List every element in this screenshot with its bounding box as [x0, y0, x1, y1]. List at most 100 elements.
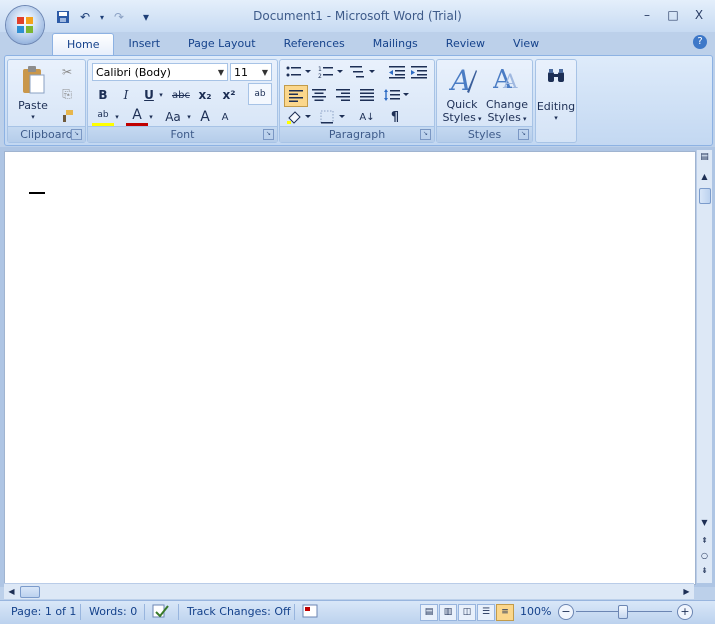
align-right-button[interactable] [332, 85, 354, 105]
office-button[interactable] [6, 6, 44, 44]
clear-formatting-icon[interactable]: ab [248, 83, 272, 105]
page-count[interactable]: Page: 1 of 1 [11, 605, 76, 618]
draft-view-icon[interactable]: ≡ [496, 604, 514, 621]
font-group: Calibri (Body) ▼ 11 ▼ ab B I U ▾ abc x₂ … [87, 59, 278, 143]
tab-home[interactable]: Home [52, 33, 115, 56]
underline-dropdown-icon[interactable]: ▾ [156, 85, 166, 105]
ribbon-tabs: Home Insert Page Layout References Maili… [52, 33, 553, 56]
paragraph-group-label: Paragraph [280, 126, 434, 142]
bold-button[interactable]: B [92, 85, 114, 105]
scroll-up-icon[interactable]: ▲ [697, 172, 712, 181]
increase-indent-button[interactable] [408, 62, 430, 82]
window-title: Document1 - Microsoft Word (Trial) [253, 9, 462, 23]
italic-button[interactable]: I [115, 85, 137, 105]
clipboard-group: Paste ▾ ✂ ⎘ Clipboard ↘ [7, 59, 86, 143]
tab-view[interactable]: View [499, 33, 553, 55]
web-layout-view-icon[interactable]: ◫ [458, 604, 476, 621]
svg-text:A: A [449, 64, 471, 94]
editing-group[interactable]: Editing ▾ [535, 59, 577, 143]
next-page-icon[interactable]: ⇟ [697, 566, 712, 575]
font-color-button[interactable]: A [126, 107, 148, 126]
justify-button[interactable] [356, 85, 378, 105]
help-icon[interactable]: ? [693, 35, 707, 49]
align-center-button[interactable] [308, 85, 330, 105]
align-left-button[interactable] [284, 85, 308, 107]
font-color-dropdown-icon[interactable]: ▾ [146, 107, 156, 127]
highlight-button[interactable]: ab [92, 107, 114, 126]
bullets-button[interactable] [284, 62, 314, 82]
outline-view-icon[interactable]: ☰ [477, 604, 495, 621]
minimize-button[interactable]: – [637, 6, 657, 24]
document-page[interactable] [4, 151, 696, 585]
scroll-left-icon[interactable]: ◀ [4, 587, 19, 596]
decrease-indent-button[interactable] [386, 62, 408, 82]
ribbon: Paste ▾ ✂ ⎘ Clipboard ↘ Calibri (Body) ▼… [4, 55, 713, 146]
full-screen-reading-view-icon[interactable]: ▥ [439, 604, 457, 621]
font-size-value: 11 [234, 66, 248, 79]
change-case-button[interactable]: Aa [160, 107, 186, 127]
font-name-combo[interactable]: Calibri (Body) ▼ [92, 63, 228, 81]
paragraph-launcher-icon[interactable]: ↘ [420, 129, 431, 140]
show-formatting-marks-button[interactable]: ¶ [384, 107, 406, 127]
horizontal-scrollbar[interactable]: ◀ ▶ [4, 583, 694, 599]
quick-styles-button[interactable]: A Quick Styles ▾ [441, 62, 483, 124]
vertical-scrollbar[interactable]: ▤ ▲ ▼ ⇞ ○ ⇟ [696, 150, 712, 583]
tab-page-layout[interactable]: Page Layout [174, 33, 270, 55]
font-size-combo[interactable]: 11 ▼ [230, 63, 272, 81]
vertical-scroll-thumb[interactable] [699, 188, 711, 204]
font-name-dropdown-icon[interactable]: ▼ [218, 64, 224, 82]
horizontal-scroll-thumb[interactable] [20, 586, 40, 598]
proofing-icon[interactable] [152, 603, 170, 622]
maximize-button[interactable]: □ [663, 6, 683, 24]
scroll-down-icon[interactable]: ▼ [697, 518, 712, 527]
quick-styles-icon: A [449, 64, 477, 94]
change-case-dropdown-icon[interactable]: ▾ [184, 107, 194, 127]
shading-button[interactable] [284, 107, 314, 127]
tab-insert[interactable]: Insert [114, 33, 174, 55]
zoom-in-icon[interactable]: + [677, 604, 693, 620]
highlight-dropdown-icon[interactable]: ▾ [112, 107, 122, 127]
status-bar: Page: 1 of 1 Words: 0 Track Changes: Off… [0, 600, 715, 624]
tab-mailings[interactable]: Mailings [359, 33, 432, 55]
format-painter-icon[interactable] [56, 106, 78, 126]
svg-text:2: 2 [318, 73, 322, 79]
font-launcher-icon[interactable]: ↘ [263, 129, 274, 140]
status-separator [80, 604, 81, 620]
multilevel-list-button[interactable] [348, 62, 378, 82]
cut-icon[interactable]: ✂ [56, 62, 78, 82]
status-separator [178, 604, 179, 620]
tab-review[interactable]: Review [432, 33, 499, 55]
grow-font-button[interactable]: A [194, 107, 216, 127]
track-changes-status[interactable]: Track Changes: Off [187, 605, 291, 618]
tab-references[interactable]: References [270, 33, 359, 55]
font-group-label: Font [88, 126, 277, 142]
copy-icon[interactable]: ⎘ [56, 84, 78, 104]
svg-text:A: A [502, 69, 518, 93]
macro-recording-icon[interactable] [302, 603, 318, 622]
word-count[interactable]: Words: 0 [89, 605, 137, 618]
clipboard-launcher-icon[interactable]: ↘ [71, 129, 82, 140]
change-styles-button[interactable]: A A Change Styles ▾ [485, 62, 529, 124]
styles-launcher-icon[interactable]: ↘ [518, 129, 529, 140]
subscript-button[interactable]: x₂ [194, 85, 216, 105]
borders-button[interactable] [318, 107, 348, 127]
superscript-button[interactable]: x² [218, 85, 240, 105]
previous-page-icon[interactable]: ⇞ [697, 536, 712, 545]
sort-button[interactable]: A↓ [356, 107, 378, 127]
line-spacing-button[interactable] [382, 85, 412, 105]
shrink-font-button[interactable]: A [214, 107, 236, 127]
view-ruler-icon[interactable]: ▤ [697, 152, 712, 162]
print-layout-view-icon[interactable]: ▤ [420, 604, 438, 621]
scroll-right-icon[interactable]: ▶ [679, 587, 694, 596]
quick-styles-label-1: Quick [446, 98, 478, 111]
binoculars-icon [548, 69, 564, 82]
zoom-slider-thumb[interactable] [618, 605, 628, 619]
zoom-out-icon[interactable]: − [558, 604, 574, 620]
numbering-button[interactable]: 12 [316, 62, 346, 82]
close-button[interactable]: X [689, 6, 709, 24]
zoom-level[interactable]: 100% [520, 605, 551, 618]
paste-button[interactable]: Paste ▾ [14, 63, 52, 121]
select-browse-object-icon[interactable]: ○ [697, 551, 712, 560]
font-size-dropdown-icon[interactable]: ▼ [262, 64, 268, 82]
strikethrough-button[interactable]: abc [170, 85, 192, 105]
